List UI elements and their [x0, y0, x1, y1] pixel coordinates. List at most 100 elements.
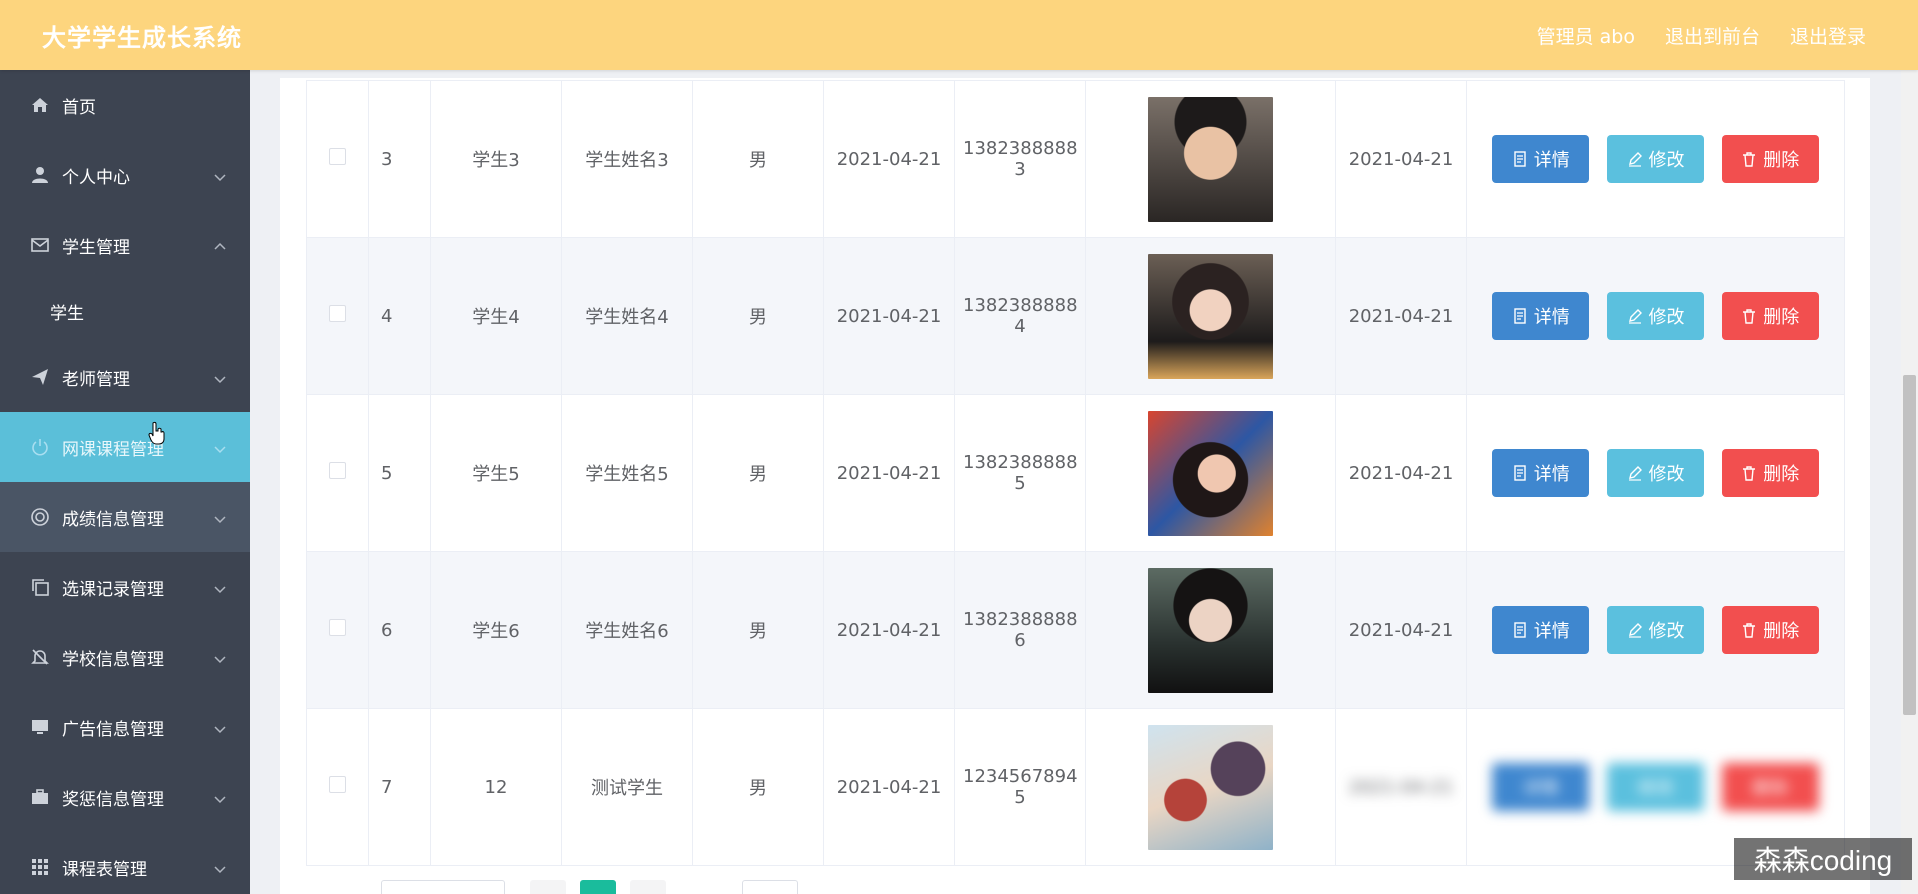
sidebar-item-label: 老师管理	[62, 369, 130, 390]
grid-icon	[30, 857, 50, 877]
row-checkbox[interactable]	[329, 148, 346, 165]
delete-button[interactable]: 删除	[1721, 606, 1819, 654]
delete-button[interactable]: 删除	[1721, 763, 1819, 811]
edit-button[interactable]: 修改	[1607, 135, 1704, 183]
edit-button[interactable]: 修改	[1607, 763, 1704, 811]
row-index: 4	[368, 237, 431, 395]
detail-button[interactable]: 详情	[1492, 449, 1590, 497]
document-icon	[1514, 622, 1526, 638]
sidebar-item-reward-punishment-management[interactable]: 奖惩信息管理	[0, 762, 250, 832]
row-actions: 详情 修改 删除	[1466, 551, 1845, 709]
sidebar-item-label: 广告信息管理	[62, 719, 164, 740]
page-size-select[interactable]	[381, 880, 505, 894]
sidebar-item-label: 学生管理	[62, 237, 130, 258]
student-phone: 1382388888 3	[954, 80, 1086, 238]
chevron-down-icon	[214, 440, 226, 454]
detail-button[interactable]: 详情	[1492, 606, 1590, 654]
student-account: 学生3	[430, 80, 562, 238]
sidebar-item-label: 选课记录管理	[62, 579, 164, 600]
copy-icon	[30, 577, 50, 597]
sidebar-item-label: 学生	[50, 303, 84, 324]
student-birth: 2021-04-21	[823, 394, 955, 552]
current-page-button[interactable]	[580, 880, 616, 894]
edit-button[interactable]: 修改	[1607, 292, 1704, 340]
edit-icon	[1628, 152, 1642, 167]
row-checkbox[interactable]	[329, 776, 346, 793]
student-account: 学生6	[430, 551, 562, 709]
table-row: 4 学生4 学生姓名4 男 2021-04-21 1382388888 4 202…	[306, 237, 1845, 395]
trash-icon	[1743, 623, 1756, 638]
monitor-icon	[30, 717, 50, 737]
sidebar-item-home[interactable]: 首页	[0, 70, 250, 140]
delete-button-label: 删除	[1763, 621, 1800, 642]
detail-button[interactable]: 详情	[1492, 135, 1590, 183]
student-birth: 2021-04-21	[823, 80, 955, 238]
mail-icon	[30, 235, 50, 255]
row-checkbox-cell[interactable]	[306, 237, 369, 395]
sidebar-item-personal-center[interactable]: 个人中心	[0, 140, 250, 210]
phone-line-1: 1382388888	[963, 138, 1078, 159]
row-index: 7	[368, 708, 431, 866]
bell-off-icon	[30, 647, 50, 667]
trash-icon	[1743, 309, 1756, 324]
detail-button-label: 详情	[1533, 150, 1570, 171]
row-index: 3	[368, 80, 431, 238]
phone-line-1: 1382388888	[963, 295, 1078, 316]
sidebar-item-online-course-management[interactable]: 网课课程管理	[0, 412, 250, 482]
student-phone: 1382388888 5	[954, 394, 1086, 552]
sidebar-item-student-management[interactable]: 学生管理	[0, 210, 250, 280]
exit-to-frontend-link[interactable]: 退出到前台	[1665, 22, 1760, 49]
student-photo	[1148, 567, 1273, 693]
sidebar-item-teacher-management[interactable]: 老师管理	[0, 342, 250, 412]
student-name: 学生姓名3	[561, 80, 693, 238]
sidebar-item-grade-management[interactable]: 成绩信息管理	[0, 482, 250, 552]
chevron-down-icon	[214, 168, 226, 182]
student-gender: 男	[692, 237, 824, 395]
delete-button[interactable]: 删除	[1721, 135, 1819, 183]
prev-page-button[interactable]	[530, 880, 566, 894]
row-checkbox-cell[interactable]	[306, 80, 369, 238]
next-page-button[interactable]	[630, 880, 666, 894]
power-icon	[30, 437, 50, 457]
row-checkbox-cell[interactable]	[306, 394, 369, 552]
scrollbar-thumb[interactable]	[1903, 375, 1916, 715]
user-icon	[30, 165, 50, 185]
row-checkbox[interactable]	[329, 619, 346, 636]
logout-link[interactable]: 退出登录	[1790, 22, 1866, 49]
table-row: 6 学生6 学生姓名6 男 2021-04-21 1382388888 6 202…	[306, 551, 1845, 709]
row-actions: 详情 修改 删除	[1466, 80, 1845, 238]
detail-button-label: 详情	[1533, 464, 1570, 485]
chevron-down-icon	[214, 790, 226, 804]
phone-line-2: 5	[1014, 787, 1026, 808]
sidebar-subitem-student[interactable]: 学生	[0, 280, 250, 342]
phone-line-2: 5	[1014, 473, 1026, 494]
row-checkbox-cell[interactable]	[306, 551, 369, 709]
goto-page-input[interactable]	[742, 880, 798, 894]
edit-button[interactable]: 修改	[1607, 606, 1704, 654]
delete-button[interactable]: 删除	[1721, 449, 1819, 497]
detail-button[interactable]: 详情	[1492, 763, 1590, 811]
phone-line-1: 1382388888	[963, 609, 1078, 630]
edit-button-label: 修改	[1648, 150, 1685, 171]
sidebar-item-school-info-management[interactable]: 学校信息管理	[0, 622, 250, 692]
edit-button[interactable]: 修改	[1607, 449, 1704, 497]
row-actions: 详情 修改 删除	[1466, 394, 1845, 552]
edit-button-label: 修改	[1648, 621, 1685, 642]
detail-button[interactable]: 详情	[1492, 292, 1590, 340]
row-checkbox[interactable]	[329, 305, 346, 322]
student-photo-cell	[1085, 237, 1336, 395]
created-date: 2021-04-21	[1335, 237, 1467, 395]
student-photo-cell	[1085, 80, 1336, 238]
student-name: 学生姓名4	[561, 237, 693, 395]
student-phone: 1234567894 5	[954, 708, 1086, 866]
row-checkbox[interactable]	[329, 462, 346, 479]
student-phone: 1382388888 6	[954, 551, 1086, 709]
sidebar-item-course-selection-management[interactable]: 选课记录管理	[0, 552, 250, 622]
student-name: 学生姓名6	[561, 551, 693, 709]
delete-button-label: 删除	[1763, 464, 1800, 485]
sidebar-item-ad-info-management[interactable]: 广告信息管理	[0, 692, 250, 762]
delete-button[interactable]: 删除	[1721, 292, 1819, 340]
sidebar-item-timetable-management[interactable]: 课程表管理	[0, 832, 250, 894]
row-checkbox-cell[interactable]	[306, 708, 369, 866]
student-photo-cell	[1085, 394, 1336, 552]
